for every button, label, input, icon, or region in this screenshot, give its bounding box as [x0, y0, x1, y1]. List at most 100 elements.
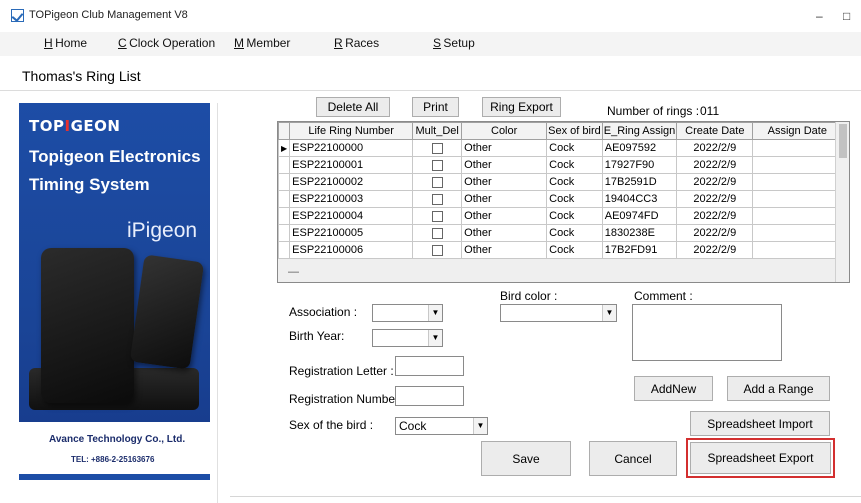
cell-e-ring[interactable]: 19404CC3 [601, 190, 678, 208]
comment-textarea[interactable] [632, 304, 782, 361]
registration-letter-input[interactable] [395, 356, 464, 376]
cell-mult-del[interactable] [412, 241, 463, 259]
row-selector[interactable] [278, 173, 291, 191]
cell-e-ring[interactable]: 1830238E [601, 224, 678, 242]
cell-life-ring[interactable]: ESP22100005 [289, 224, 414, 242]
vertical-scrollbar[interactable] [835, 122, 849, 282]
cell-mult-del[interactable] [412, 173, 463, 191]
maximize-icon[interactable]: □ [843, 9, 850, 23]
delete-all-button[interactable]: Delete All [316, 97, 390, 117]
menu-setup[interactable]: S Setup [433, 36, 475, 50]
ring-list-grid[interactable]: Life Ring Number Mult_Del Color Sex of b… [277, 121, 850, 283]
menu-races[interactable]: R Races [334, 36, 379, 50]
mult-del-checkbox[interactable] [431, 142, 443, 154]
menu-member[interactable]: M Member [234, 36, 290, 50]
cell-color[interactable]: Other [461, 190, 548, 208]
cell-assign-date[interactable] [752, 156, 843, 174]
cell-life-ring[interactable]: ESP22100004 [289, 207, 414, 225]
table-row[interactable]: ESP22100004 Other Cock AE0974FD 2022/2/9 [278, 207, 843, 225]
table-row[interactable]: ESP22100003 Other Cock 19404CC3 2022/2/9 [278, 190, 843, 208]
association-select[interactable]: ▼ [372, 304, 443, 322]
cell-create-date[interactable]: 2022/2/9 [676, 241, 754, 259]
cell-mult-del[interactable] [412, 139, 463, 157]
row-selector[interactable] [278, 224, 291, 242]
mult-del-checkbox[interactable] [431, 210, 443, 222]
add-range-button[interactable]: Add a Range [727, 376, 830, 401]
cell-sex[interactable]: Cock [546, 173, 603, 191]
column-header-mult-del[interactable]: Mult_Del [412, 122, 463, 140]
cell-sex[interactable]: Cock [546, 190, 603, 208]
table-row[interactable]: ESP22100001 Other Cock 17927F90 2022/2/9 [278, 156, 843, 174]
scrollbar-thumb[interactable] [839, 124, 847, 158]
cell-e-ring[interactable]: 17B2591D [601, 173, 678, 191]
column-header-assign-date[interactable]: Assign Date [752, 122, 843, 140]
cell-e-ring[interactable]: 17B2FD91 [601, 241, 678, 259]
column-header-sex[interactable]: Sex of bird [546, 122, 603, 140]
cell-assign-date[interactable] [752, 139, 843, 157]
spreadsheet-import-button[interactable]: Spreadsheet Import [690, 411, 830, 436]
ring-export-button[interactable]: Ring Export [482, 97, 561, 117]
mult-del-checkbox[interactable] [431, 159, 443, 171]
cell-create-date[interactable]: 2022/2/9 [676, 224, 754, 242]
cell-create-date[interactable]: 2022/2/9 [676, 207, 754, 225]
cell-create-date[interactable]: 2022/2/9 [676, 139, 754, 157]
cell-create-date[interactable]: 2022/2/9 [676, 156, 754, 174]
cell-color[interactable]: Other [461, 207, 548, 225]
table-row[interactable]: ESP22100006 Other Cock 17B2FD91 2022/2/9 [278, 241, 843, 259]
cell-sex[interactable]: Cock [546, 241, 603, 259]
cell-life-ring[interactable]: ESP22100003 [289, 190, 414, 208]
minimize-icon[interactable]: – [816, 9, 823, 23]
cell-life-ring[interactable]: ESP22100000 [289, 139, 414, 157]
sex-of-bird-select[interactable]: Cock ▼ [395, 417, 488, 435]
save-button[interactable]: Save [481, 441, 571, 476]
cell-assign-date[interactable] [752, 173, 843, 191]
row-selector[interactable]: ▶ [278, 139, 291, 157]
spreadsheet-export-button[interactable]: Spreadsheet Export [686, 438, 835, 478]
cell-create-date[interactable]: 2022/2/9 [676, 173, 754, 191]
cell-assign-date[interactable] [752, 241, 843, 259]
row-selector[interactable] [278, 190, 291, 208]
column-header-life-ring[interactable]: Life Ring Number [289, 122, 414, 140]
cell-color[interactable]: Other [461, 156, 548, 174]
add-new-button[interactable]: AddNew [634, 376, 713, 401]
cell-assign-date[interactable] [752, 190, 843, 208]
cell-sex[interactable]: Cock [546, 207, 603, 225]
menu-clock-operation[interactable]: C Clock Operation [118, 36, 215, 50]
row-selector[interactable] [278, 207, 291, 225]
cancel-button[interactable]: Cancel [589, 441, 677, 476]
cell-sex[interactable]: Cock [546, 224, 603, 242]
cell-assign-date[interactable] [752, 224, 843, 242]
cell-mult-del[interactable] [412, 156, 463, 174]
menu-home[interactable]: H Home [44, 36, 87, 50]
cell-sex[interactable]: Cock [546, 139, 603, 157]
mult-del-checkbox[interactable] [431, 176, 443, 188]
cell-mult-del[interactable] [412, 224, 463, 242]
cell-mult-del[interactable] [412, 207, 463, 225]
cell-life-ring[interactable]: ESP22100002 [289, 173, 414, 191]
cell-mult-del[interactable] [412, 190, 463, 208]
row-selector[interactable] [278, 241, 291, 259]
mult-del-checkbox[interactable] [431, 244, 443, 256]
cell-e-ring[interactable]: 17927F90 [601, 156, 678, 174]
registration-number-input[interactable] [395, 386, 464, 406]
cell-color[interactable]: Other [461, 224, 548, 242]
mult-del-checkbox[interactable] [431, 227, 443, 239]
mult-del-checkbox[interactable] [431, 193, 443, 205]
print-button[interactable]: Print [412, 97, 459, 117]
cell-color[interactable]: Other [461, 139, 548, 157]
row-selector[interactable] [278, 156, 291, 174]
cell-e-ring[interactable]: AE097592 [601, 139, 678, 157]
bird-color-select[interactable]: ▼ [500, 304, 617, 322]
cell-sex[interactable]: Cock [546, 156, 603, 174]
cell-create-date[interactable]: 2022/2/9 [676, 190, 754, 208]
cell-life-ring[interactable]: ESP22100006 [289, 241, 414, 259]
column-header-create-date[interactable]: Create Date [676, 122, 754, 140]
new-row[interactable]: — [278, 259, 836, 282]
cell-e-ring[interactable]: AE0974FD [601, 207, 678, 225]
cell-color[interactable]: Other [461, 241, 548, 259]
birth-year-select[interactable]: ▼ [372, 329, 443, 347]
table-row[interactable]: ▶ ESP22100000 Other Cock AE097592 2022/2/9 [278, 139, 843, 157]
cell-color[interactable]: Other [461, 173, 548, 191]
column-header-color[interactable]: Color [461, 122, 548, 140]
table-row[interactable]: ESP22100002 Other Cock 17B2591D 2022/2/9 [278, 173, 843, 191]
